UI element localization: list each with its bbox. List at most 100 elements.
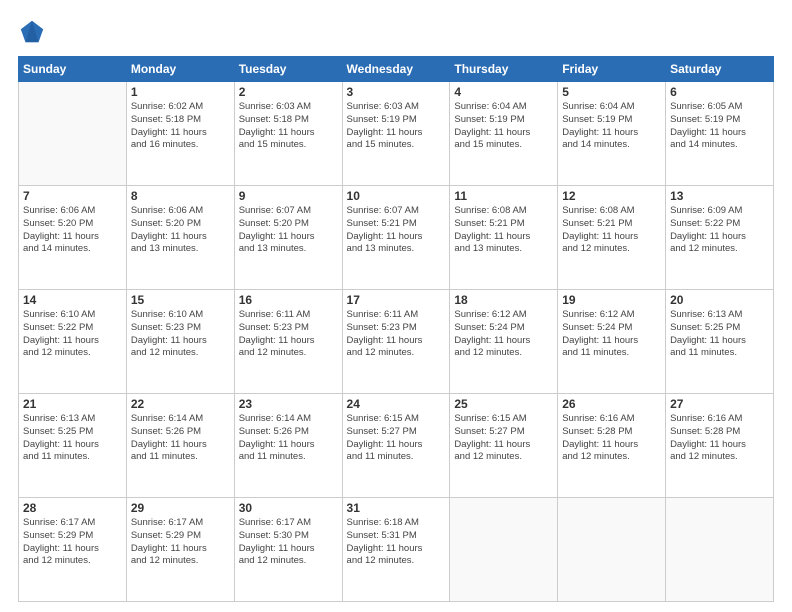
day-number: 23 <box>239 397 338 411</box>
calendar-cell: 19 Sunrise: 6:12 AM Sunset: 5:24 PM Dayli… <box>558 290 666 394</box>
calendar-cell: 29 Sunrise: 6:17 AM Sunset: 5:29 PM Dayli… <box>126 498 234 602</box>
calendar-cell: 14 Sunrise: 6:10 AM Sunset: 5:22 PM Dayli… <box>19 290 127 394</box>
day-info: Sunrise: 6:16 AM Sunset: 5:28 PM Dayligh… <box>670 413 769 464</box>
day-info: Sunrise: 6:14 AM Sunset: 5:26 PM Dayligh… <box>239 413 338 464</box>
day-number: 3 <box>347 85 446 99</box>
day-number: 21 <box>23 397 122 411</box>
weekday-header-row: SundayMondayTuesdayWednesdayThursdayFrid… <box>19 57 774 82</box>
calendar-cell: 10 Sunrise: 6:07 AM Sunset: 5:21 PM Dayli… <box>342 186 450 290</box>
calendar-cell: 7Sunrise: 6:06 AM Sunset: 5:20 PM Daylig… <box>19 186 127 290</box>
day-info: Sunrise: 6:09 AM Sunset: 5:22 PM Dayligh… <box>670 205 769 256</box>
day-number: 22 <box>131 397 230 411</box>
logo-icon <box>18 18 46 46</box>
weekday-header-monday: Monday <box>126 57 234 82</box>
calendar-cell: 4 Sunrise: 6:04 AM Sunset: 5:19 PM Daylig… <box>450 82 558 186</box>
calendar-page: SundayMondayTuesdayWednesdayThursdayFrid… <box>0 0 792 612</box>
weekday-header-friday: Friday <box>558 57 666 82</box>
day-number: 13 <box>670 189 769 203</box>
day-info: Sunrise: 6:06 AM Sunset: 5:20 PM Dayligh… <box>131 205 230 256</box>
calendar-cell: 18Sunrise: 6:12 AM Sunset: 5:24 PM Dayli… <box>450 290 558 394</box>
day-number: 26 <box>562 397 661 411</box>
day-info: Sunrise: 6:16 AM Sunset: 5:28 PM Dayligh… <box>562 413 661 464</box>
day-info: Sunrise: 6:03 AM Sunset: 5:19 PM Dayligh… <box>347 101 446 152</box>
day-info: Sunrise: 6:17 AM Sunset: 5:29 PM Dayligh… <box>23 517 122 568</box>
day-info: Sunrise: 6:04 AM Sunset: 5:19 PM Dayligh… <box>454 101 553 152</box>
day-number: 4 <box>454 85 553 99</box>
day-number: 15 <box>131 293 230 307</box>
day-info: Sunrise: 6:08 AM Sunset: 5:21 PM Dayligh… <box>562 205 661 256</box>
calendar-cell: 27 Sunrise: 6:16 AM Sunset: 5:28 PM Dayli… <box>666 394 774 498</box>
calendar-cell <box>19 82 127 186</box>
day-number: 20 <box>670 293 769 307</box>
day-info: Sunrise: 6:11 AM Sunset: 5:23 PM Dayligh… <box>239 309 338 360</box>
weekday-header-sunday: Sunday <box>19 57 127 82</box>
calendar-cell: 20 Sunrise: 6:13 AM Sunset: 5:25 PM Dayli… <box>666 290 774 394</box>
calendar-cell: 21Sunrise: 6:13 AM Sunset: 5:25 PM Dayli… <box>19 394 127 498</box>
day-number: 8 <box>131 189 230 203</box>
calendar-week-row: 1 Sunrise: 6:02 AM Sunset: 5:18 PM Daylig… <box>19 82 774 186</box>
day-number: 28 <box>23 501 122 515</box>
day-number: 5 <box>562 85 661 99</box>
logo <box>18 18 50 46</box>
day-info: Sunrise: 6:02 AM Sunset: 5:18 PM Dayligh… <box>131 101 230 152</box>
day-info: Sunrise: 6:07 AM Sunset: 5:20 PM Dayligh… <box>239 205 338 256</box>
calendar-cell: 24Sunrise: 6:15 AM Sunset: 5:27 PM Dayli… <box>342 394 450 498</box>
calendar-week-row: 28 Sunrise: 6:17 AM Sunset: 5:29 PM Dayli… <box>19 498 774 602</box>
day-number: 30 <box>239 501 338 515</box>
calendar-cell <box>558 498 666 602</box>
weekday-header-wednesday: Wednesday <box>342 57 450 82</box>
calendar-cell: 6Sunrise: 6:05 AM Sunset: 5:19 PM Daylig… <box>666 82 774 186</box>
day-info: Sunrise: 6:12 AM Sunset: 5:24 PM Dayligh… <box>454 309 553 360</box>
day-info: Sunrise: 6:10 AM Sunset: 5:23 PM Dayligh… <box>131 309 230 360</box>
calendar-cell: 2 Sunrise: 6:03 AM Sunset: 5:18 PM Daylig… <box>234 82 342 186</box>
day-info: Sunrise: 6:17 AM Sunset: 5:30 PM Dayligh… <box>239 517 338 568</box>
day-number: 9 <box>239 189 338 203</box>
calendar-cell: 26 Sunrise: 6:16 AM Sunset: 5:28 PM Dayli… <box>558 394 666 498</box>
day-number: 11 <box>454 189 553 203</box>
calendar-cell: 3 Sunrise: 6:03 AM Sunset: 5:19 PM Daylig… <box>342 82 450 186</box>
day-info: Sunrise: 6:11 AM Sunset: 5:23 PM Dayligh… <box>347 309 446 360</box>
calendar-cell: 31Sunrise: 6:18 AM Sunset: 5:31 PM Dayli… <box>342 498 450 602</box>
day-number: 17 <box>347 293 446 307</box>
day-number: 7 <box>23 189 122 203</box>
weekday-header-tuesday: Tuesday <box>234 57 342 82</box>
calendar-cell: 9 Sunrise: 6:07 AM Sunset: 5:20 PM Daylig… <box>234 186 342 290</box>
calendar-cell: 17 Sunrise: 6:11 AM Sunset: 5:23 PM Dayli… <box>342 290 450 394</box>
calendar-cell: 25 Sunrise: 6:15 AM Sunset: 5:27 PM Dayli… <box>450 394 558 498</box>
calendar-week-row: 21Sunrise: 6:13 AM Sunset: 5:25 PM Dayli… <box>19 394 774 498</box>
day-info: Sunrise: 6:15 AM Sunset: 5:27 PM Dayligh… <box>454 413 553 464</box>
day-number: 27 <box>670 397 769 411</box>
page-header <box>18 18 774 46</box>
calendar-cell <box>666 498 774 602</box>
calendar-cell: 13 Sunrise: 6:09 AM Sunset: 5:22 PM Dayli… <box>666 186 774 290</box>
day-info: Sunrise: 6:07 AM Sunset: 5:21 PM Dayligh… <box>347 205 446 256</box>
day-info: Sunrise: 6:17 AM Sunset: 5:29 PM Dayligh… <box>131 517 230 568</box>
day-number: 12 <box>562 189 661 203</box>
day-number: 16 <box>239 293 338 307</box>
calendar-cell <box>450 498 558 602</box>
day-info: Sunrise: 6:12 AM Sunset: 5:24 PM Dayligh… <box>562 309 661 360</box>
calendar-header: SundayMondayTuesdayWednesdayThursdayFrid… <box>19 57 774 82</box>
calendar-cell: 8 Sunrise: 6:06 AM Sunset: 5:20 PM Daylig… <box>126 186 234 290</box>
day-info: Sunrise: 6:03 AM Sunset: 5:18 PM Dayligh… <box>239 101 338 152</box>
day-number: 10 <box>347 189 446 203</box>
calendar-cell: 23 Sunrise: 6:14 AM Sunset: 5:26 PM Dayli… <box>234 394 342 498</box>
calendar-table: SundayMondayTuesdayWednesdayThursdayFrid… <box>18 56 774 602</box>
day-info: Sunrise: 6:10 AM Sunset: 5:22 PM Dayligh… <box>23 309 122 360</box>
day-number: 24 <box>347 397 446 411</box>
day-number: 2 <box>239 85 338 99</box>
calendar-cell: 12 Sunrise: 6:08 AM Sunset: 5:21 PM Dayli… <box>558 186 666 290</box>
day-number: 25 <box>454 397 553 411</box>
day-number: 1 <box>131 85 230 99</box>
day-number: 14 <box>23 293 122 307</box>
day-number: 19 <box>562 293 661 307</box>
day-info: Sunrise: 6:04 AM Sunset: 5:19 PM Dayligh… <box>562 101 661 152</box>
day-info: Sunrise: 6:05 AM Sunset: 5:19 PM Dayligh… <box>670 101 769 152</box>
day-number: 29 <box>131 501 230 515</box>
day-info: Sunrise: 6:14 AM Sunset: 5:26 PM Dayligh… <box>131 413 230 464</box>
day-info: Sunrise: 6:13 AM Sunset: 5:25 PM Dayligh… <box>670 309 769 360</box>
day-number: 31 <box>347 501 446 515</box>
calendar-cell: 11 Sunrise: 6:08 AM Sunset: 5:21 PM Dayli… <box>450 186 558 290</box>
calendar-week-row: 7 Sunrise: 6:06 AM Sunset: 5:20 PM Daylig… <box>19 186 774 290</box>
day-info: Sunrise: 6:08 AM Sunset: 5:21 PM Dayligh… <box>454 205 553 256</box>
